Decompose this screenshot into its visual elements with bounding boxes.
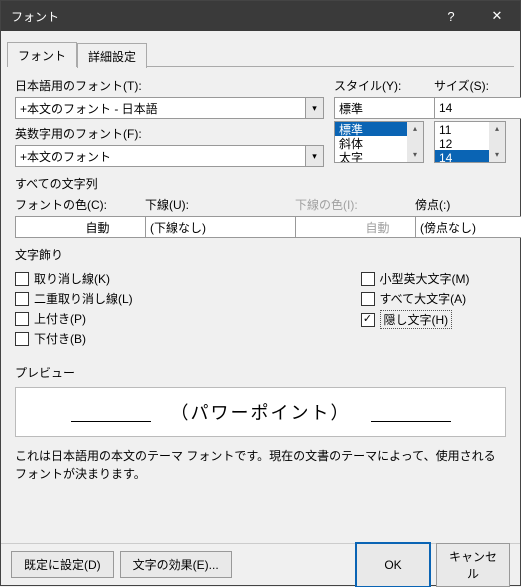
jp-font-dropdown[interactable]: ▾: [306, 97, 324, 119]
style-listbox[interactable]: 標準 斜体 太字 ▴▾: [334, 121, 424, 163]
label-emphasis: 傍点(:): [415, 196, 501, 213]
cancel-button[interactable]: キャンセル: [436, 543, 510, 587]
style-option: 太字: [335, 150, 407, 163]
check-strike[interactable]: 取り消し線(K): [15, 270, 261, 287]
tab-font[interactable]: フォント: [7, 42, 77, 67]
emphasis-combo[interactable]: [415, 216, 521, 238]
tab-advanced[interactable]: 詳細設定: [77, 43, 147, 68]
label-font-color: フォントの色(C):: [15, 196, 135, 213]
label-en-font: 英数字用のフォント(F):: [15, 125, 324, 142]
window-title: フォント: [1, 8, 59, 25]
check-smallcaps[interactable]: 小型英大文字(M): [361, 270, 507, 287]
help-button[interactable]: ?: [428, 1, 474, 31]
section-decor: 文字飾り: [15, 246, 506, 263]
label-size: サイズ(S):: [434, 77, 506, 94]
label-jp-font: 日本語用のフォント(T):: [15, 77, 324, 94]
check-sub[interactable]: 下付き(B): [15, 330, 261, 347]
close-button[interactable]: ✕: [474, 1, 520, 31]
section-preview: プレビュー: [15, 364, 506, 381]
size-option: 14: [435, 150, 489, 163]
check-dstrike[interactable]: 二重取り消し線(L): [15, 290, 261, 307]
size-input[interactable]: [434, 97, 521, 119]
en-font-input[interactable]: [15, 145, 306, 167]
label-underline: 下線(U):: [145, 196, 285, 213]
text-effects-button[interactable]: 文字の効果(E)...: [120, 551, 232, 578]
check-hidden[interactable]: ✓隠し文字(H): [361, 310, 507, 329]
en-font-dropdown[interactable]: ▾: [306, 145, 324, 167]
set-default-button[interactable]: 既定に設定(D): [11, 551, 114, 578]
section-all-chars: すべての文字列: [15, 175, 506, 192]
label-underline-color: 下線の色(I):: [295, 196, 405, 213]
style-option: 斜体: [335, 136, 407, 150]
ok-button[interactable]: OK: [356, 543, 430, 587]
size-option: 12: [435, 136, 489, 150]
size-listbox[interactable]: 11 12 14 ▴▾: [434, 121, 506, 163]
preview-box: （パワーポイント）: [15, 387, 506, 437]
preview-description: これは日本語用の本文のテーマ フォントです。現在の文書のテーマによって、使用され…: [15, 447, 506, 483]
jp-font-input[interactable]: [15, 97, 306, 119]
check-allcaps[interactable]: すべて大文字(A): [361, 290, 507, 307]
label-style: スタイル(Y):: [334, 77, 424, 94]
size-option: 11: [435, 122, 489, 136]
check-super[interactable]: 上付き(P): [15, 310, 261, 327]
style-option: 標準: [335, 122, 407, 136]
underline-combo[interactable]: [145, 216, 310, 238]
